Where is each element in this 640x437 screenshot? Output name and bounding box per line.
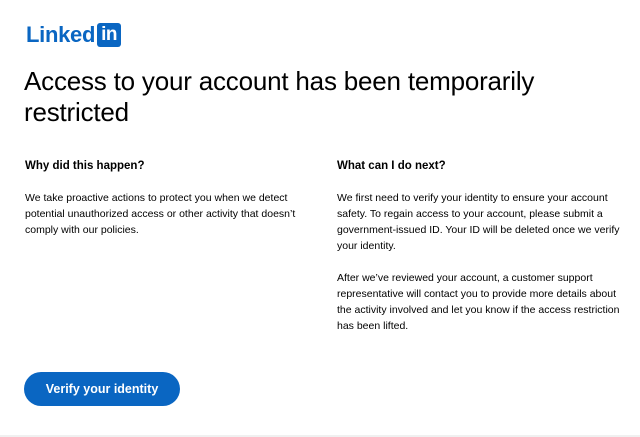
next-heading: What can I do next? bbox=[337, 160, 446, 172]
why-section: Why did this happen? We take proactive a… bbox=[25, 158, 315, 254]
next-body-review: After we’ve reviewed your account, a cus… bbox=[337, 272, 620, 332]
why-heading: Why did this happen? bbox=[25, 160, 145, 172]
page-title: Access to your account has been temporar… bbox=[24, 66, 535, 127]
next-body-verify: We first need to verify your identity to… bbox=[337, 192, 620, 252]
verify-identity-button[interactable]: Verify your identity bbox=[24, 372, 180, 406]
why-body: We take proactive actions to protect you… bbox=[25, 192, 296, 236]
logo-in-box: in bbox=[97, 23, 122, 47]
next-section: What can I do next? We first need to ver… bbox=[337, 158, 622, 350]
logo-wordmark: Linked bbox=[26, 22, 96, 47]
restriction-page: Linked in Access to your account has bee… bbox=[0, 0, 640, 437]
linkedin-logo: Linked in bbox=[26, 22, 122, 48]
